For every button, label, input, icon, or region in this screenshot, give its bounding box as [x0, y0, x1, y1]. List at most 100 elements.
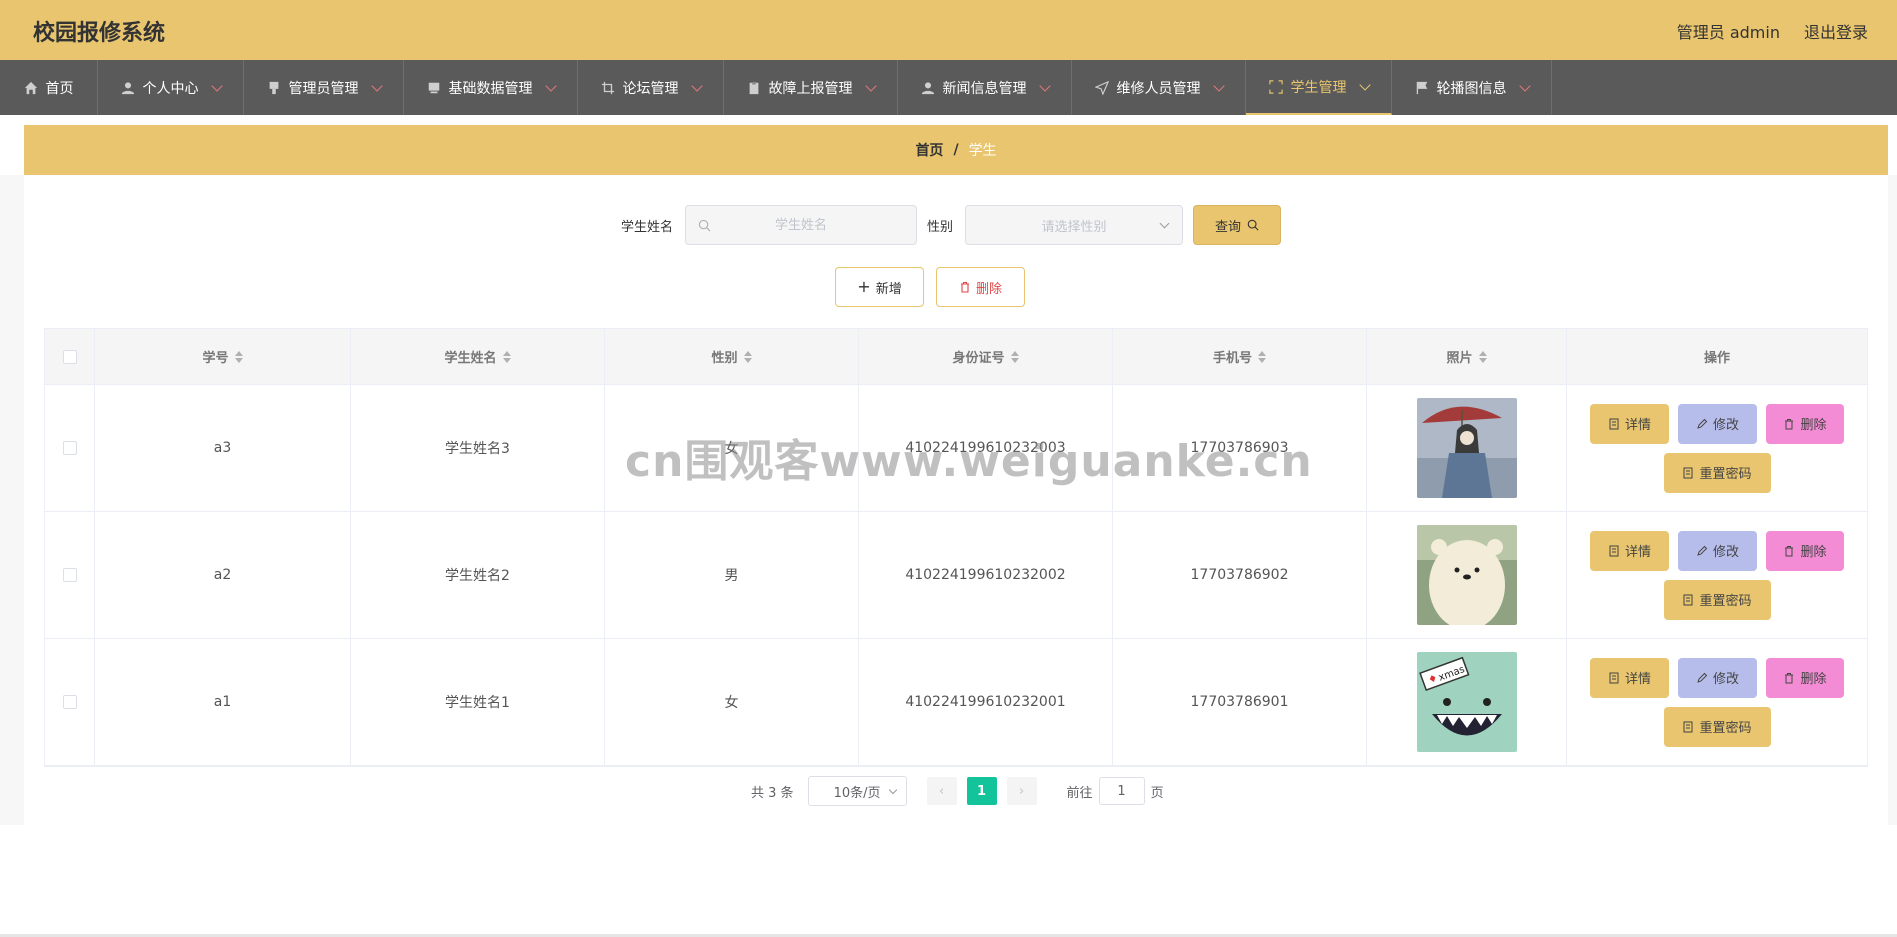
reset-password-button[interactable]: 重置密码 — [1663, 579, 1771, 620]
edit-button[interactable]: 修改 — [1678, 530, 1757, 571]
trash-icon — [960, 281, 969, 293]
nav-label: 首页 — [45, 80, 74, 97]
gender-select[interactable]: 请选择性别 — [965, 205, 1184, 245]
nav-label: 个人中心 — [142, 80, 199, 97]
detail-button[interactable]: 详情 — [1590, 403, 1669, 444]
stamp-icon — [267, 81, 281, 95]
nav-item-basic-data[interactable]: 基础数据管理 — [404, 60, 578, 115]
fullscreen-icon — [1268, 79, 1283, 94]
delete-label: 删除 — [1800, 418, 1827, 433]
cell-phone: 17703786901 — [1113, 639, 1367, 765]
nav-item-forum[interactable]: 论坛管理 — [578, 60, 724, 115]
query-button[interactable]: 查询 — [1193, 205, 1282, 245]
header-label: 身份证号 — [952, 351, 1005, 366]
header-label: 操作 — [1703, 351, 1730, 366]
home-icon — [24, 81, 38, 95]
delete-label: 删除 — [1800, 672, 1827, 687]
header-label: 照片 — [1446, 351, 1473, 366]
document-icon — [1609, 418, 1619, 429]
bear-photo[interactable] — [1416, 525, 1517, 625]
detail-button[interactable]: 详情 — [1590, 657, 1669, 698]
header-student-name[interactable]: 学生姓名 — [351, 329, 605, 384]
document-icon — [1609, 672, 1619, 683]
prev-page-button[interactable]: ‹ — [926, 777, 957, 805]
header-select-cell — [45, 329, 95, 384]
header-phone[interactable]: 手机号 — [1113, 329, 1367, 384]
batch-delete-button[interactable]: 删除 — [936, 267, 1025, 307]
crop-icon — [601, 81, 615, 95]
chevron-down-icon — [544, 79, 557, 92]
main-nav: 首页 个人中心 管理员管理 基础数据管理 论坛管理 故障上报管理 新闻信息管理 … — [0, 60, 1897, 115]
cell-actions: 详情 修改 删除 重置密码 — [1567, 639, 1867, 765]
logout-link[interactable]: 退出登录 — [1804, 19, 1868, 43]
detail-label: 详情 — [1624, 418, 1651, 433]
header-student-id[interactable]: 学号 — [95, 329, 351, 384]
plus-icon: + — [857, 277, 871, 296]
row-checkbox[interactable] — [62, 441, 77, 455]
search-icon — [1247, 219, 1259, 231]
trash-icon — [1785, 672, 1794, 683]
nav-item-profile[interactable]: 个人中心 — [98, 60, 244, 115]
sort-icon[interactable] — [1010, 350, 1019, 363]
detail-button[interactable]: 详情 — [1590, 530, 1669, 571]
header-id-card[interactable]: 身份证号 — [859, 329, 1113, 384]
user-icon — [921, 81, 935, 95]
cell-gender: 女 — [605, 385, 859, 511]
header-gender[interactable]: 性别 — [605, 329, 859, 384]
trash-icon — [1785, 418, 1794, 429]
goto-page-input[interactable] — [1098, 777, 1145, 805]
delete-button[interactable]: 删除 — [1766, 530, 1844, 571]
cell-id-card: 410224199610232002 — [859, 512, 1113, 638]
nav-item-carousel[interactable]: 轮播图信息 — [1392, 60, 1552, 115]
reset-password-button[interactable]: 重置密码 — [1663, 706, 1771, 747]
next-page-button[interactable]: › — [1006, 777, 1037, 805]
table-row: a3 学生姓名3 女 410224199610232003 1770378690… — [45, 385, 1867, 512]
student-table: 学号 学生姓名 性别 身份证号 手机号 照片 操作 a3 学生姓名3 女 410… — [44, 328, 1868, 767]
nav-item-repairers[interactable]: 维修人员管理 — [1072, 60, 1246, 115]
sort-icon[interactable] — [1258, 350, 1266, 363]
table-row: a2 学生姓名2 男 410224199610232002 1770378690… — [45, 512, 1867, 639]
delete-button[interactable]: 删除 — [1766, 403, 1844, 444]
current-user: 管理员 admin — [1676, 23, 1780, 42]
row-checkbox[interactable] — [62, 695, 77, 709]
page-number-current[interactable]: 1 — [966, 777, 997, 805]
nav-label: 轮播图信息 — [1436, 80, 1507, 97]
document-icon — [1683, 467, 1693, 478]
student-name-input[interactable] — [686, 206, 917, 244]
select-all-checkbox[interactable] — [62, 349, 77, 364]
sort-icon[interactable] — [502, 350, 511, 363]
edit-label: 修改 — [1712, 418, 1739, 433]
clipboard-icon — [747, 81, 761, 95]
row-checkbox[interactable] — [62, 568, 77, 582]
page-size-select[interactable]: 10条/页 — [807, 776, 907, 806]
nav-item-home[interactable]: 首页 — [0, 60, 98, 115]
chevron-down-icon — [1159, 218, 1170, 229]
chevron-down-icon — [1038, 79, 1051, 92]
sort-icon[interactable] — [743, 350, 752, 363]
gender-select-placeholder: 请选择性别 — [1041, 219, 1107, 235]
edit-button[interactable]: 修改 — [1678, 403, 1757, 444]
add-button[interactable]: + 新增 — [835, 267, 924, 307]
header-label: 学号 — [202, 351, 229, 366]
nav-item-admin[interactable]: 管理员管理 — [244, 60, 404, 115]
nav-label: 基础数据管理 — [448, 80, 533, 97]
row-actions: 详情 修改 删除 重置密码 — [1590, 403, 1844, 493]
edit-button[interactable]: 修改 — [1678, 657, 1757, 698]
nav-item-students[interactable]: 学生管理 — [1246, 60, 1392, 115]
delete-button-label: 删除 — [975, 281, 1002, 297]
sort-icon[interactable] — [1478, 350, 1487, 363]
breadcrumb-home[interactable]: 首页 — [915, 140, 943, 160]
row-select-cell — [45, 385, 95, 511]
nav-item-news[interactable]: 新闻信息管理 — [898, 60, 1072, 115]
header-photo[interactable]: 照片 — [1367, 329, 1567, 384]
sort-icon[interactable] — [234, 350, 243, 363]
top-header: 校园报修系统 管理员 admin 退出登录 — [0, 0, 1897, 60]
cell-student-name: 学生姓名2 — [351, 512, 605, 638]
delete-button[interactable]: 删除 — [1766, 657, 1844, 698]
reset-password-button[interactable]: 重置密码 — [1663, 452, 1771, 493]
nav-item-fault-report[interactable]: 故障上报管理 — [724, 60, 898, 115]
cell-student-name: 学生姓名3 — [351, 385, 605, 511]
girl-umbrella-photo[interactable] — [1416, 398, 1517, 498]
monster-xmas-photo[interactable]: xmas — [1416, 652, 1517, 752]
chevron-down-icon — [210, 79, 223, 92]
